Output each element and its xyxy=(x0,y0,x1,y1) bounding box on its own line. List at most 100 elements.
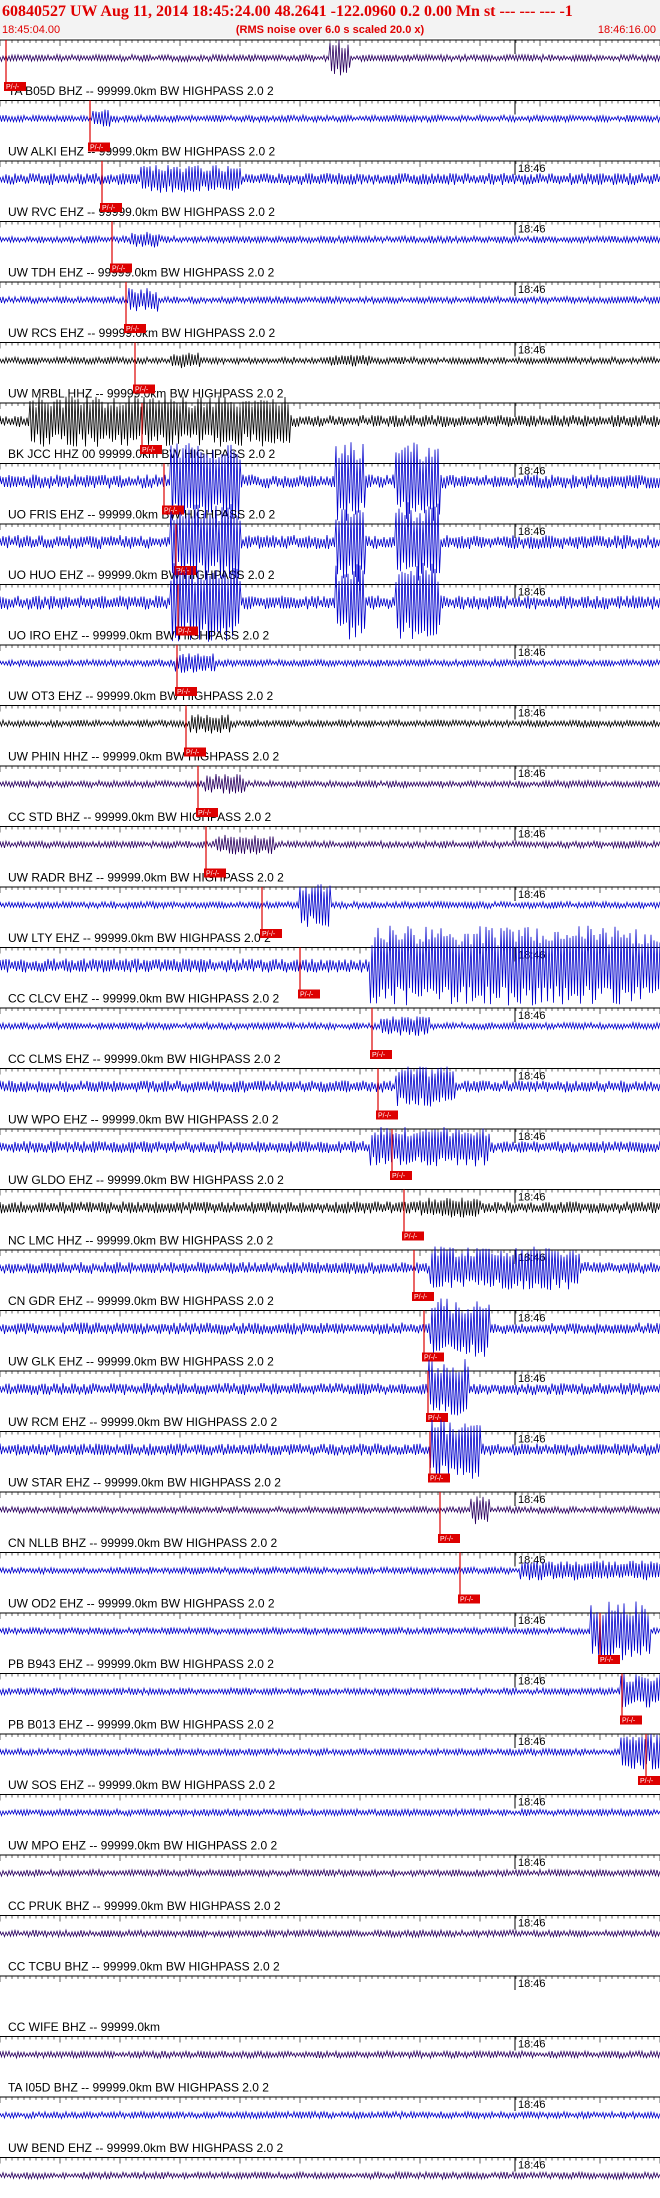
station-label: UW BEND EHZ -- 99999.0km BW HIGHPASS 2.0… xyxy=(8,2141,284,2155)
trace-row: 18:46 UW TDH EHZ -- 99999.0km BW HIGHPASS… xyxy=(0,221,660,280)
waveform xyxy=(0,1868,660,1878)
trace-row: 18:46 UW PHIN HHZ -- 99999.0km BW HIGHPAS… xyxy=(0,705,660,764)
waveform xyxy=(0,1734,660,1770)
minute-label: 18:46 xyxy=(518,2039,546,2051)
trace-row: 18:46 CC WIFE BHZ -- 99999.0km xyxy=(0,1975,660,2034)
pick-label: P/-/- xyxy=(135,387,149,394)
trace-row: 18:46 PB B013 EHZ -- 99999.0km BW HIGHPAS… xyxy=(0,1673,660,1732)
trace-row: 18:46 UW BEND EHZ -- 99999.0km BW HIGHPAS… xyxy=(0,2096,660,2155)
minute-label: 18:46 xyxy=(518,1192,546,1204)
trace-row: 18:46 UW MPO EHZ -- 99999.0km BW HIGHPASS… xyxy=(0,1794,660,1853)
trace-row: 18:46 UW GLK EHZ -- 99999.0km BW HIGHPASS… xyxy=(0,1298,660,1369)
minute-label: 18:46 xyxy=(518,2160,546,2172)
pick-label: P/-/- xyxy=(112,266,126,273)
trace-row: 18:46 CC CLMS EHZ -- 99999.0km BW HIGHPAS… xyxy=(0,1007,660,1066)
pick-label: P/-/- xyxy=(404,1234,418,1241)
waveform xyxy=(0,109,660,127)
pick-label: P/-/- xyxy=(378,1113,392,1120)
station-label: TA I05D BHZ -- 99999.0km BW HIGHPASS 2.0… xyxy=(8,2081,269,2095)
pick-label: P/-/- xyxy=(186,750,200,757)
waveform xyxy=(0,231,660,248)
trace-row: 18:46 UW GLDO EHZ -- 99999.0km BW HIGHPAS… xyxy=(0,1127,660,1187)
pick-label: P/-/- xyxy=(262,931,276,938)
waveform xyxy=(0,653,660,673)
pick-label: P/-/- xyxy=(440,1536,454,1543)
waveform xyxy=(0,834,660,855)
pick-label: P/-/- xyxy=(460,1597,474,1604)
waveform xyxy=(0,1496,660,1525)
pick-label: P/-/- xyxy=(126,326,140,333)
station-label: TA B05D BHZ -- 99999.0km BW HIGHPASS 2.0… xyxy=(8,84,274,98)
station-label: UW RCM EHZ -- 99999.0km BW HIGHPASS 2.0 … xyxy=(8,1415,277,1429)
station-label: CC PRUK BHZ -- 99999.0km BW HIGHPASS 2.0… xyxy=(8,1899,281,1913)
waveform xyxy=(0,1807,660,1818)
station-label: CN NLLB BHZ -- 99999.0km BW HIGHPASS 2.0… xyxy=(8,1536,278,1550)
trace-row: 18:46 UW OT3 EHZ -- 99999.0km BW HIGHPASS… xyxy=(0,644,660,703)
waveform xyxy=(0,884,660,927)
trace-row: UW ALKI EHZ -- 99999.0km BW HIGHPASS 2.0… xyxy=(0,100,660,159)
trace-row: 18:46 CN NLLB BHZ -- 99999.0km BW HIGHPAS… xyxy=(0,1491,660,1550)
trace-row: 18:46 PB B943 EHZ -- 99999.0km BW HIGHPAS… xyxy=(0,1601,660,1671)
waveform xyxy=(0,1197,660,1218)
minute-label: 18:46 xyxy=(518,163,546,175)
trace-row: BK JCC HHZ 00 99999.0km BW HIGHPASS 2.0 … xyxy=(0,395,660,461)
minute-label: 18:46 xyxy=(518,345,546,357)
trace-row: 18:46 CC PRUK BHZ -- 99999.0km BW HIGHPAS… xyxy=(0,1854,660,1913)
minute-label: 18:46 xyxy=(518,829,546,841)
trace-row: 18:46 UW RADR BHZ -- 99999.0km BW HIGHPAS… xyxy=(0,826,660,885)
pick-label: P/-/- xyxy=(622,1718,636,1725)
minute-label: 18:46 xyxy=(518,1615,546,1627)
waveform xyxy=(0,1928,660,1939)
waveform xyxy=(0,1016,660,1036)
waveform xyxy=(0,1674,660,1708)
rms-note: (RMS noise over 6.0 s scaled 20.0 x) xyxy=(236,24,425,36)
station-label: UW RVC EHZ -- 99999.0km BW HIGHPASS 2.0 … xyxy=(8,205,275,219)
waveform xyxy=(0,714,660,734)
seismogram-panel: 60840527 UW Aug 11, 2014 18:45:24.00 48.… xyxy=(0,0,660,2198)
station-label: CC CLMS EHZ -- 99999.0km BW HIGHPASS 2.0… xyxy=(8,1052,281,1066)
station-label: UW PHIN HHZ -- 99999.0km BW HIGHPASS 2.0… xyxy=(8,750,279,764)
pick-label: P/-/- xyxy=(178,629,192,636)
event-title: 60840527 UW Aug 11, 2014 18:45:24.00 48.… xyxy=(2,3,573,20)
minute-label: 18:46 xyxy=(518,1071,546,1083)
station-label: UW ALKI EHZ -- 99999.0km BW HIGHPASS 2.0… xyxy=(8,145,276,159)
station-label: UW STAR EHZ -- 99999.0km BW HIGHPASS 2.0… xyxy=(8,1476,281,1490)
trace-row: 18:46UW RCS EHZ -- 99999.0km BW HIGHPASS… xyxy=(0,281,660,340)
station-label: CC TCBU BHZ -- 99999.0km BW HIGHPASS 2.0… xyxy=(8,1960,280,1974)
station-label: UO IRO EHZ -- 99999.0km BW HIGHPASS 2.0 … xyxy=(8,629,270,643)
station-label: UW OD2 EHZ -- 99999.0km BW HIGHPASS 2.0 … xyxy=(8,1597,275,1611)
minute-label: 18:46 xyxy=(518,1857,546,1869)
minute-label: 18:46 xyxy=(518,1494,546,1506)
pick-label: P/-/- xyxy=(640,1778,654,1785)
station-label: CN GDR EHZ -- 99999.0km BW HIGHPASS 2.0 … xyxy=(8,1294,274,1308)
station-label: UW OT3 EHZ -- 99999.0km BW HIGHPASS 2.0 … xyxy=(8,689,274,703)
trace-row: 18:46 NC LMC HHZ -- 99999.0km BW HIGHPASS… xyxy=(0,1189,660,1248)
station-label: PB B013 EHZ -- 99999.0km BW HIGHPASS 2.0… xyxy=(8,1718,274,1732)
waveform xyxy=(0,2049,660,2060)
waveform xyxy=(0,1066,660,1107)
trace-row: 18:46UW MOON EHZ -- 99999.0km BW HIGHPAS… xyxy=(0,2157,660,2181)
minute-label: 18:46 xyxy=(518,1978,546,1990)
trace-row: TA B05D BHZ -- 99999.0km BW HIGHPASS 2.0… xyxy=(0,39,660,98)
pick-label: P/-/- xyxy=(600,1657,614,1664)
trace-row: 18:46 UW SOS EHZ -- 99999.0km BW HIGHPASS… xyxy=(0,1733,660,1792)
waveform xyxy=(0,288,660,312)
minute-label: 18:46 xyxy=(518,1918,546,1930)
end-time: 18:46:16.00 xyxy=(598,24,656,36)
minute-label: 18:46 xyxy=(518,768,546,780)
pick-label: P/-/- xyxy=(414,1294,428,1301)
waveform xyxy=(0,2109,660,2121)
pick-label: P/-/- xyxy=(428,1415,442,1422)
minute-label: 18:46 xyxy=(518,2099,546,2111)
minute-label: 18:46 xyxy=(518,224,546,236)
minute-label: 18:46 xyxy=(518,1313,546,1325)
minute-label: 18:46 xyxy=(518,1676,546,1688)
waveform xyxy=(0,165,660,193)
station-label: NC LMC HHZ -- 99999.0km BW HIGHPASS 2.0 … xyxy=(8,1234,274,1248)
station-label: PB B943 EHZ -- 99999.0km BW HIGHPASS 2.0… xyxy=(8,1657,274,1671)
trace-row: 18:46UW MRBL HHZ -- 99999.0km BW HIGHPAS… xyxy=(0,342,660,401)
station-label: UW WPO EHZ -- 99999.0km BW HIGHPASS 2.0 … xyxy=(8,1113,279,1127)
trace-row: 18:46 UW RVC EHZ -- 99999.0km BW HIGHPASS… xyxy=(0,160,660,219)
pick-label: P/-/- xyxy=(424,1355,438,1362)
minute-label: 18:46 xyxy=(518,587,546,599)
